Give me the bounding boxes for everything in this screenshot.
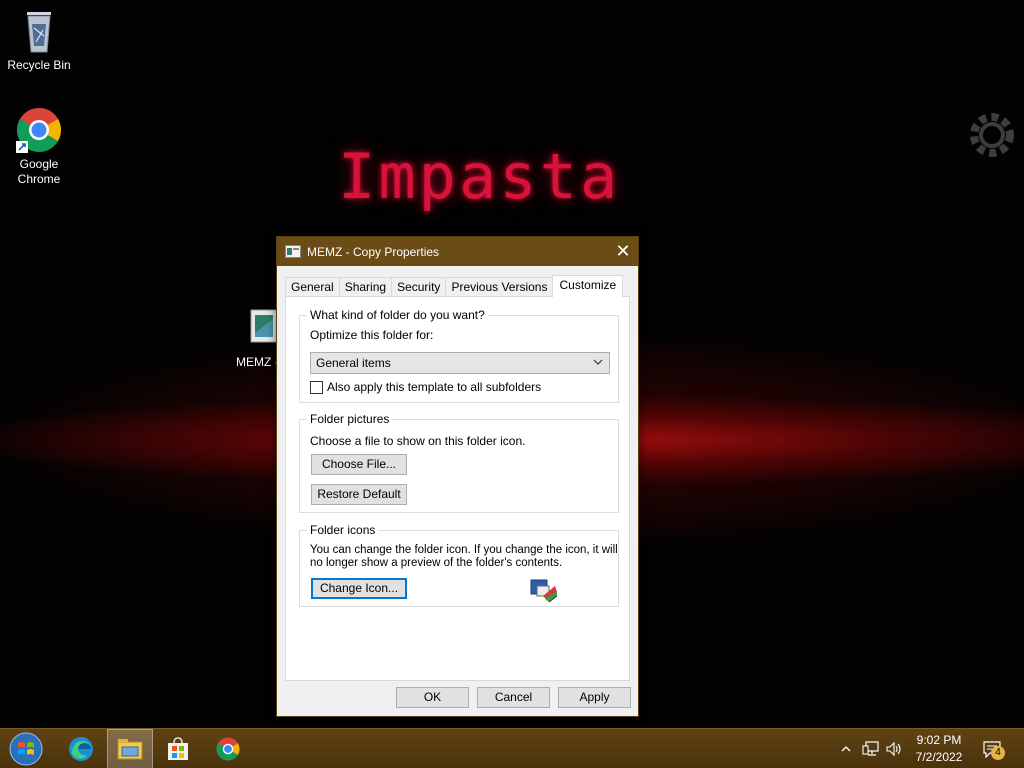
close-button[interactable]: ✕ <box>608 237 638 266</box>
chrome-icon <box>16 108 61 153</box>
taskbar-store[interactable] <box>155 729 201 768</box>
dialog-titlebar[interactable]: MEMZ - Copy Properties ✕ <box>277 237 638 266</box>
volume-button[interactable] <box>885 729 903 768</box>
chevron-down-icon <box>593 359 603 365</box>
cancel-button[interactable]: Cancel <box>477 687 550 708</box>
optimize-label: Optimize this folder for: <box>310 328 434 342</box>
properties-dialog: MEMZ - Copy Properties ✕ General Sharing… <box>276 236 639 717</box>
recycle-bin-icon <box>27 12 51 53</box>
optimize-dropdown-value: General items <box>316 356 391 370</box>
taskbar-chrome[interactable] <box>205 729 251 768</box>
tab-strip: General Sharing Security Previous Versio… <box>285 275 624 297</box>
show-hidden-icons-button[interactable] <box>840 729 852 768</box>
folder-pictures-group: Folder pictures Choose a file to show on… <box>299 412 619 513</box>
folder-preview-icon <box>530 579 558 603</box>
edge-icon <box>69 737 93 761</box>
chrome-icon <box>216 737 240 761</box>
tab-sharing[interactable]: Sharing <box>338 277 393 297</box>
folder-icons-legend: Folder icons <box>307 523 379 537</box>
folder-pictures-legend: Folder pictures <box>307 412 393 426</box>
folder-type-group: What kind of folder do you want? Optimiz… <box>299 308 619 403</box>
optimize-dropdown[interactable]: General items <box>310 352 610 374</box>
clock-time: 9:02 PM <box>916 733 962 747</box>
tab-customize[interactable]: Customize <box>552 275 624 297</box>
store-icon <box>168 737 188 760</box>
desktop-icon-label: Recycle Bin <box>7 58 71 72</box>
start-button[interactable] <box>4 729 48 768</box>
change-icon-button[interactable]: Change Icon... <box>311 578 407 599</box>
apply-subfolders-label: Also apply this template to all subfolde… <box>327 380 542 394</box>
wallpaper-text: Impasta <box>338 140 621 213</box>
tab-security[interactable]: Security <box>391 277 447 297</box>
customize-panel: What kind of folder do you want? Optimiz… <box>285 296 630 681</box>
chevron-up-icon <box>841 746 851 752</box>
folder-icons-description-2: no longer show a preview of the folder's… <box>310 557 563 569</box>
close-icon: ✕ <box>615 241 631 261</box>
clock-date: 7/2/2022 <box>915 750 963 764</box>
tab-general[interactable]: General <box>285 277 340 297</box>
apply-subfolders-checkbox[interactable] <box>310 381 323 394</box>
network-button[interactable] <box>862 729 880 768</box>
taskbar: 9:02 PM 7/2/2022 <box>0 728 1024 768</box>
desktop-icon-label: Google Chrome <box>17 157 61 186</box>
wallpaper-gear-icon <box>970 113 1014 157</box>
taskbar-clock[interactable]: 9:02 PM 7/2/2022 <box>908 732 970 766</box>
tab-previous-versions[interactable]: Previous Versions <box>445 277 554 297</box>
file-explorer-icon <box>117 739 143 760</box>
apply-button[interactable]: Apply <box>558 687 631 708</box>
speaker-icon <box>886 741 901 757</box>
taskbar-edge[interactable] <box>58 729 104 768</box>
folder-pictures-description: Choose a file to show on this folder ico… <box>310 434 526 448</box>
windows-start-icon <box>9 732 43 766</box>
desktop-icon-google-chrome[interactable]: Google Chrome <box>0 107 78 187</box>
memz-folder-icon[interactable] <box>250 309 278 343</box>
notification-count-badge: 4 <box>991 746 1005 760</box>
folder-icons-group: Folder icons You can change the folder i… <box>299 523 619 607</box>
restore-default-button[interactable]: Restore Default <box>311 484 407 505</box>
taskbar-file-explorer[interactable] <box>107 729 153 768</box>
folder-properties-icon <box>285 245 301 258</box>
network-icon <box>862 741 879 756</box>
folder-type-legend: What kind of folder do you want? <box>307 308 488 322</box>
desktop-icon-recycle-bin[interactable]: Recycle Bin <box>0 6 78 73</box>
desktop-icon-memz-label: MEMZ - <box>236 355 279 369</box>
choose-file-button[interactable]: Choose File... <box>311 454 407 475</box>
ok-button[interactable]: OK <box>396 687 469 708</box>
folder-icons-description-1: You can change the folder icon. If you c… <box>310 544 618 556</box>
dialog-title: MEMZ - Copy Properties <box>307 244 440 259</box>
